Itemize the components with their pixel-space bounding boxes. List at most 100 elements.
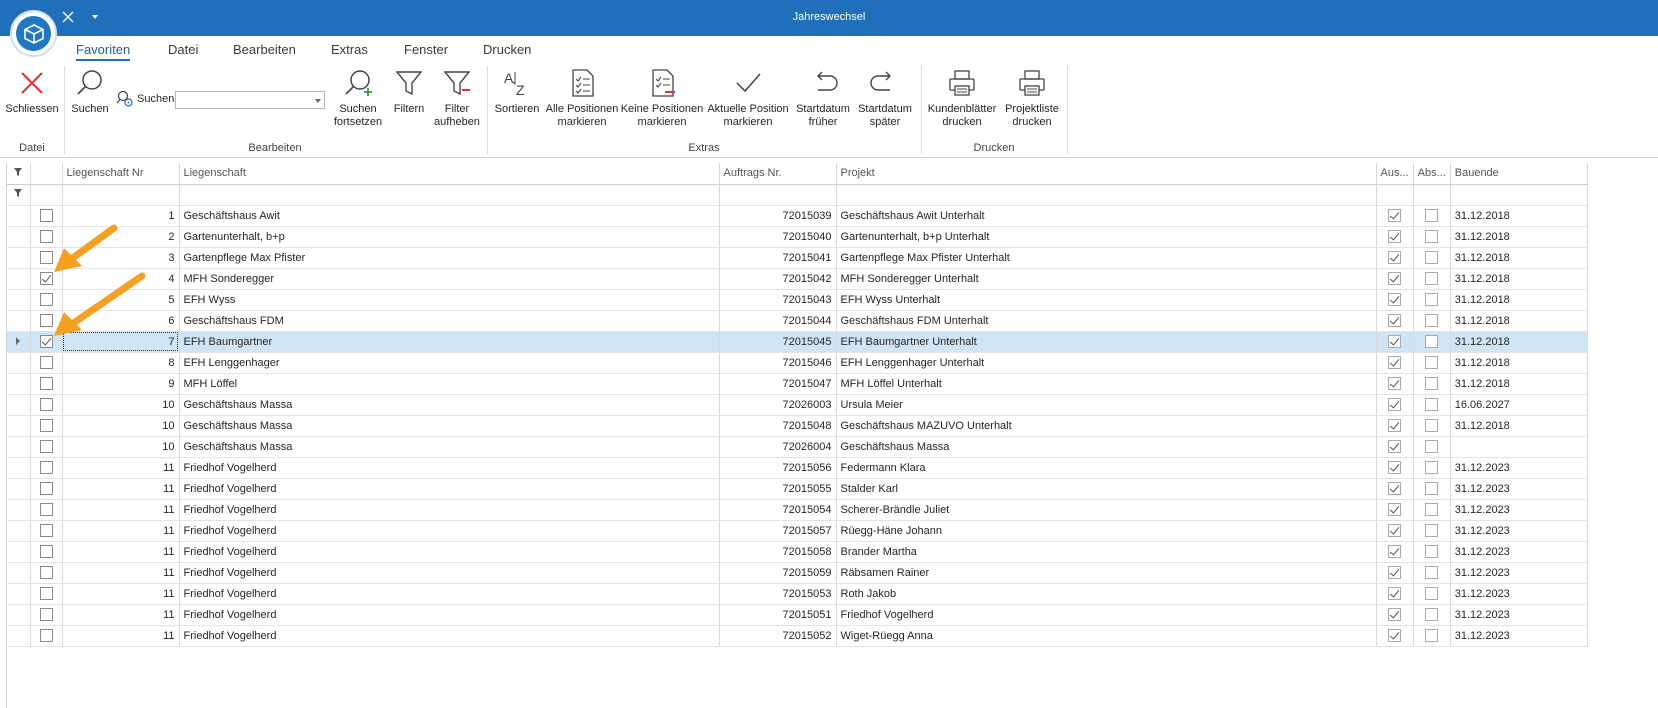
tab-favoriten[interactable]: Favoriten: [76, 42, 131, 61]
row-checkbox[interactable]: [39, 398, 53, 411]
cell-auftrag[interactable]: 72026004: [719, 436, 837, 458]
cell-projekt[interactable]: Geschäftshaus Awit Unterhalt: [836, 205, 1377, 227]
cell-abs[interactable]: [1413, 583, 1451, 605]
row-checkbox[interactable]: [39, 419, 53, 432]
aus-checkbox[interactable]: [1388, 545, 1402, 558]
abs-checkbox[interactable]: [1425, 230, 1439, 243]
row-checkbox[interactable]: [39, 209, 53, 222]
row-checkbox[interactable]: [39, 356, 53, 369]
cell-liegenschaft[interactable]: Gartenpflege Max Pfister: [179, 247, 720, 269]
tab-bearbeiten[interactable]: Bearbeiten: [233, 42, 296, 57]
cell-nr[interactable]: 11: [62, 478, 180, 500]
app-logo[interactable]: [10, 10, 57, 57]
row-indicator[interactable]: [7, 520, 31, 542]
cell-aus[interactable]: [1376, 583, 1414, 605]
cell-aus[interactable]: [1376, 289, 1414, 311]
cell-aus[interactable]: [1376, 604, 1414, 626]
cell-liegenschaft[interactable]: Geschäftshaus FDM: [179, 310, 720, 332]
row-checkbox-cell[interactable]: [30, 478, 63, 500]
cell-aus[interactable]: [1376, 226, 1414, 248]
aus-checkbox[interactable]: [1388, 272, 1402, 285]
cell-liegenschaft[interactable]: Friedhof Vogelherd: [179, 583, 720, 605]
row-checkbox-cell[interactable]: [30, 415, 63, 437]
cell-liegenschaft[interactable]: Friedhof Vogelherd: [179, 604, 720, 626]
cell-auftrag[interactable]: 72015047: [719, 373, 837, 395]
aus-checkbox[interactable]: [1388, 356, 1402, 369]
cell-projekt[interactable]: Gartenunterhalt, b+p Unterhalt: [836, 226, 1377, 248]
cell-liegenschaft[interactable]: Friedhof Vogelherd: [179, 457, 720, 479]
filter-cell[interactable]: [1450, 184, 1588, 206]
row-checkbox-cell[interactable]: [30, 499, 63, 521]
cell-bauende[interactable]: [1450, 436, 1588, 458]
cell-aus[interactable]: [1376, 268, 1414, 290]
cell-auftrag[interactable]: 72026003: [719, 394, 837, 416]
cell-liegenschaft[interactable]: Friedhof Vogelherd: [179, 520, 720, 542]
cell-bauende[interactable]: 31.12.2023: [1450, 478, 1588, 500]
abs-checkbox[interactable]: [1425, 461, 1439, 474]
cell-abs[interactable]: [1413, 205, 1451, 227]
row-indicator[interactable]: [7, 226, 31, 248]
cell-liegenschaft[interactable]: Friedhof Vogelherd: [179, 625, 720, 647]
table-row[interactable]: 10 Geschäftshaus Massa 72026003 Ursula Meie…: [7, 394, 1588, 416]
cell-auftrag[interactable]: 72015039: [719, 205, 837, 227]
cell-nr[interactable]: 11: [62, 520, 180, 542]
cell-auftrag[interactable]: 72015053: [719, 583, 837, 605]
cell-bauende[interactable]: 31.12.2018: [1450, 352, 1588, 374]
abs-checkbox[interactable]: [1425, 440, 1439, 453]
cell-projekt[interactable]: Federmann Klara: [836, 457, 1377, 479]
aus-checkbox[interactable]: [1388, 293, 1402, 306]
filter-cell[interactable]: [1413, 184, 1451, 206]
abs-checkbox[interactable]: [1425, 545, 1439, 558]
cell-projekt[interactable]: Wiget-Rüegg Anna: [836, 625, 1377, 647]
table-row[interactable]: 3 Gartenpflege Max Pfister 72015041 Gartenp…: [7, 247, 1588, 269]
projektliste-drucken-button[interactable]: Projektliste drucken: [1002, 68, 1062, 129]
cell-nr[interactable]: 8: [62, 352, 180, 374]
cell-liegenschaft[interactable]: EFH Lenggenhager: [179, 352, 720, 374]
cell-auftrag[interactable]: 72015059: [719, 562, 837, 584]
table-row[interactable]: 11 Friedhof Vogelherd 72015059 Räbsamen Rai…: [7, 562, 1588, 584]
abs-checkbox[interactable]: [1425, 629, 1439, 642]
cell-bauende[interactable]: 31.12.2023: [1450, 583, 1588, 605]
cell-projekt[interactable]: Geschäftshaus MAZUVO Unterhalt: [836, 415, 1377, 437]
cell-auftrag[interactable]: 72015051: [719, 604, 837, 626]
cell-abs[interactable]: [1413, 436, 1451, 458]
row-checkbox[interactable]: [39, 545, 53, 558]
cell-auftrag[interactable]: 72015040: [719, 226, 837, 248]
row-checkbox[interactable]: [39, 524, 53, 537]
cell-auftrag[interactable]: 72015056: [719, 457, 837, 479]
row-indicator[interactable]: [7, 247, 31, 269]
cell-liegenschaft[interactable]: Geschäftshaus Massa: [179, 394, 720, 416]
aus-checkbox[interactable]: [1388, 629, 1402, 642]
abs-checkbox[interactable]: [1425, 398, 1439, 411]
column-header-auftrag[interactable]: Auftrags Nr.: [719, 163, 837, 185]
table-row[interactable]: 8 EFH Lenggenhager 72015046 EFH Lenggenhage…: [7, 352, 1588, 374]
sortieren-button[interactable]: A Z Sortieren: [493, 68, 541, 116]
aus-checkbox[interactable]: [1388, 566, 1402, 579]
cell-liegenschaft[interactable]: Geschäftshaus Awit: [179, 205, 720, 227]
row-checkbox-cell[interactable]: [30, 562, 63, 584]
cell-auftrag[interactable]: 72015045: [719, 331, 837, 353]
cell-auftrag[interactable]: 72015042: [719, 268, 837, 290]
cell-nr[interactable]: 11: [62, 457, 180, 479]
aus-checkbox[interactable]: [1388, 440, 1402, 453]
cell-aus[interactable]: [1376, 457, 1414, 479]
row-indicator[interactable]: [7, 436, 31, 458]
aus-checkbox[interactable]: [1388, 482, 1402, 495]
abs-checkbox[interactable]: [1425, 314, 1439, 327]
row-checkbox-cell[interactable]: [30, 604, 63, 626]
filter-cell[interactable]: [719, 184, 837, 206]
cell-abs[interactable]: [1413, 415, 1451, 437]
filter-icon-header[interactable]: [7, 163, 31, 185]
cell-liegenschaft[interactable]: Friedhof Vogelherd: [179, 499, 720, 521]
filter-aufheben-button[interactable]: Filter aufheben: [433, 68, 481, 129]
row-checkbox[interactable]: [39, 587, 53, 600]
tab-fenster[interactable]: Fenster: [404, 42, 448, 57]
row-checkbox[interactable]: [39, 566, 53, 579]
cell-aus[interactable]: [1376, 394, 1414, 416]
cell-bauende[interactable]: 31.12.2023: [1450, 541, 1588, 563]
abs-checkbox[interactable]: [1425, 356, 1439, 369]
table-row[interactable]: 11 Friedhof Vogelherd 72015052 Wiget-Rüegg …: [7, 625, 1588, 647]
cell-bauende[interactable]: 31.12.2018: [1450, 373, 1588, 395]
aus-checkbox[interactable]: [1388, 503, 1402, 516]
cell-liegenschaft[interactable]: MFH Löffel: [179, 373, 720, 395]
